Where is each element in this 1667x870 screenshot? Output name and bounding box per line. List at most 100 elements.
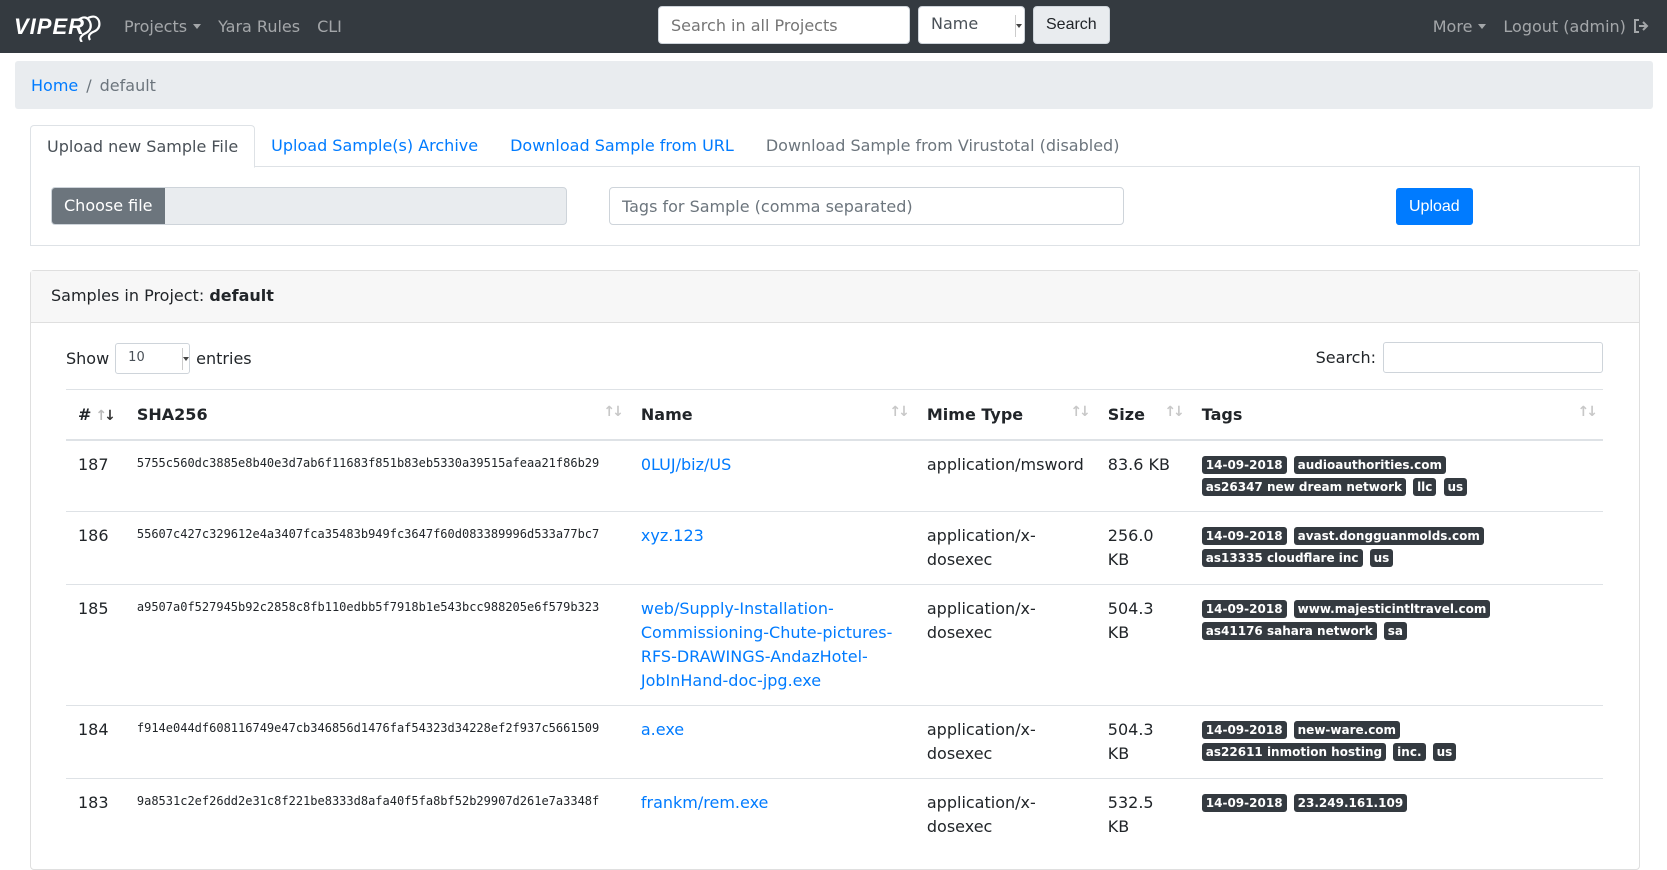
column-header-size[interactable]: Size ↑↓ (1095, 389, 1190, 441)
column-label: # (78, 404, 92, 424)
viper-logo-icon: VIPER (14, 14, 101, 42)
column-header-tags[interactable]: Tags ↑↓ (1189, 389, 1603, 441)
table-header-row: # ↑↓ SHA256 ↑↓ Name ↑↓ Mime Type ↑↓ Size ↑↓ T… (66, 389, 1603, 441)
upload-tabs: Upload new Sample File Upload Sample(s) … (30, 125, 1640, 168)
tag-badge[interactable]: as41176 sahara network (1201, 621, 1377, 640)
column-header-mime[interactable]: Mime Type ↑↓ (914, 389, 1096, 441)
column-label: Size (1107, 404, 1145, 424)
sort-icon: ↑↓ (1577, 404, 1599, 420)
chevron-down-icon (182, 348, 190, 370)
global-search: Name Search (658, 6, 1110, 44)
sort-icon: ↑↓ (1164, 404, 1185, 420)
row-sha256: 9a8531c2ef26dd2e31c8f221be8333d8afa40f5f… (124, 777, 629, 851)
row-size: 532.5 KB (1095, 777, 1190, 851)
entries-value: 10 (128, 350, 145, 365)
breadcrumb-current: default (99, 75, 156, 95)
sample-name-link[interactable]: 0LUJ/biz/US (641, 455, 731, 474)
sort-desc-icon: ↑↓ (95, 407, 116, 424)
samples-project-name: default (209, 286, 274, 305)
table-body: 187 5755c560dc3885e8b40e3d7ab6f11683f851b… (66, 439, 1603, 851)
tags-input[interactable] (609, 187, 1124, 225)
tag-badge[interactable]: audioauthorities.com (1293, 455, 1446, 474)
tag-badge[interactable]: avast.dongguanmolds.com (1293, 526, 1484, 545)
row-mime: application/x-dosexec (914, 583, 1096, 705)
column-header-id[interactable]: # ↑↓ (66, 389, 125, 441)
row-tags: 14-09-2018 new-ware.com as22611 inmotion… (1189, 704, 1603, 778)
tag-badge[interactable]: as13335 cloudflare inc (1201, 548, 1363, 567)
navbar: VIPER Projects Yara Rules CLI Name Searc… (0, 0, 1667, 53)
nav-more-dropdown[interactable]: More (1433, 17, 1487, 36)
tag-badge[interactable]: as26347 new dream network (1201, 477, 1406, 496)
upload-button[interactable]: Upload (1396, 188, 1473, 225)
row-mime: application/msword (914, 439, 1096, 511)
tag-badge[interactable]: sa (1383, 621, 1408, 640)
tag-badge[interactable]: 23.249.161.109 (1293, 793, 1408, 812)
row-sha256: 55607c427c329612e4a3407fca35483b949fc364… (124, 510, 629, 584)
tag-badge[interactable]: 14-09-2018 (1201, 599, 1287, 618)
table-row: 185 a9507a0f527945b92c2858c8fb110edbb5f79… (66, 583, 1603, 705)
row-sha256: f914e044df608116749e47cb346856d1476faf54… (124, 704, 629, 778)
row-size: 504.3 KB (1095, 704, 1190, 778)
row-id: 187 (66, 439, 125, 511)
tag-badge[interactable]: new-ware.com (1293, 720, 1401, 739)
sample-name-link[interactable]: web/Supply-Installation-Commissioning-Ch… (641, 599, 892, 690)
breadcrumb: Home / default (15, 61, 1653, 109)
search-by-select[interactable]: Name (918, 6, 1025, 44)
table-row: 183 9a8531c2ef26dd2e31c8f221be8333d8afa40… (66, 777, 1603, 851)
tab-upload-archive[interactable]: Upload Sample(s) Archive (255, 125, 494, 167)
nav-yara-rules[interactable]: Yara Rules (218, 17, 300, 36)
row-name-cell: a.exe (628, 704, 915, 778)
table-controls: Show 10 entries Search: (66, 323, 1603, 389)
chevron-down-icon (1015, 15, 1022, 37)
sort-icon: ↑↓ (603, 404, 624, 420)
row-name-cell: frankm/rem.exe (628, 777, 915, 851)
row-mime: application/x-dosexec (914, 510, 1096, 584)
file-input[interactable]: Choose file (51, 187, 567, 225)
table-row: 186 55607c427c329612e4a3407fca35483b949fc… (66, 510, 1603, 584)
tag-badge[interactable]: 14-09-2018 (1201, 793, 1287, 812)
tag-badge[interactable]: us (1443, 477, 1468, 496)
column-label: SHA256 (136, 404, 208, 424)
row-name-cell: 0LUJ/biz/US (628, 439, 915, 511)
sample-name-link[interactable]: a.exe (641, 720, 684, 739)
row-tags: 14-09-2018 23.249.161.109 (1189, 777, 1603, 851)
row-size: 256.0 KB (1095, 510, 1190, 584)
global-search-input[interactable] (658, 6, 910, 44)
tag-badge[interactable]: 14-09-2018 (1201, 720, 1287, 739)
tag-badge[interactable]: llc (1413, 477, 1437, 496)
row-size: 83.6 KB (1095, 439, 1190, 511)
tab-upload-file[interactable]: Upload new Sample File (30, 125, 256, 168)
search-by-value: Name (931, 14, 979, 33)
samples-header: Samples in Project: default (31, 271, 1639, 323)
tag-badge[interactable]: 14-09-2018 (1201, 526, 1287, 545)
row-tags: 14-09-2018 audioauthorities.com as26347 … (1189, 439, 1603, 511)
column-header-name[interactable]: Name ↑↓ (628, 389, 915, 441)
samples-body: Show 10 entries Search: # ↑↓ SHA256 ↑↓ N… (31, 323, 1639, 851)
tag-badge[interactable]: us (1369, 548, 1394, 567)
viper-logo[interactable]: VIPER (14, 12, 106, 42)
row-sha256: a9507a0f527945b92c2858c8fb110edbb5f7918b… (124, 583, 629, 705)
row-id: 186 (66, 510, 125, 584)
upload-pane: Choose file Upload (30, 167, 1640, 246)
svg-text:VIPER: VIPER (14, 14, 85, 39)
tag-badge[interactable]: as22611 inmotion hosting (1201, 742, 1387, 761)
nav-logout[interactable]: Logout (admin) (1503, 17, 1649, 36)
entries-label: entries (196, 349, 252, 368)
tag-badge[interactable]: 14-09-2018 (1201, 455, 1287, 474)
choose-file-button[interactable]: Choose file (52, 188, 165, 224)
column-header-sha256[interactable]: SHA256 ↑↓ (124, 389, 629, 441)
nav-cli[interactable]: CLI (317, 17, 342, 36)
tag-badge[interactable]: www.majesticintltravel.com (1293, 599, 1491, 618)
tab-download-url[interactable]: Download Sample from URL (494, 125, 750, 167)
tag-badge[interactable]: us (1432, 742, 1457, 761)
global-search-button[interactable]: Search (1033, 6, 1110, 44)
entries-select[interactable]: 10 (115, 343, 191, 374)
sample-name-link[interactable]: xyz.123 (641, 526, 704, 545)
tag-badge[interactable]: inc. (1393, 742, 1426, 761)
logout-label: Logout (admin) (1503, 17, 1626, 36)
nav-projects-dropdown[interactable]: Projects (124, 17, 201, 36)
sign-out-icon (1634, 19, 1649, 33)
table-search-input[interactable] (1383, 342, 1603, 373)
sample-name-link[interactable]: frankm/rem.exe (641, 793, 769, 812)
breadcrumb-home[interactable]: Home (31, 76, 78, 95)
